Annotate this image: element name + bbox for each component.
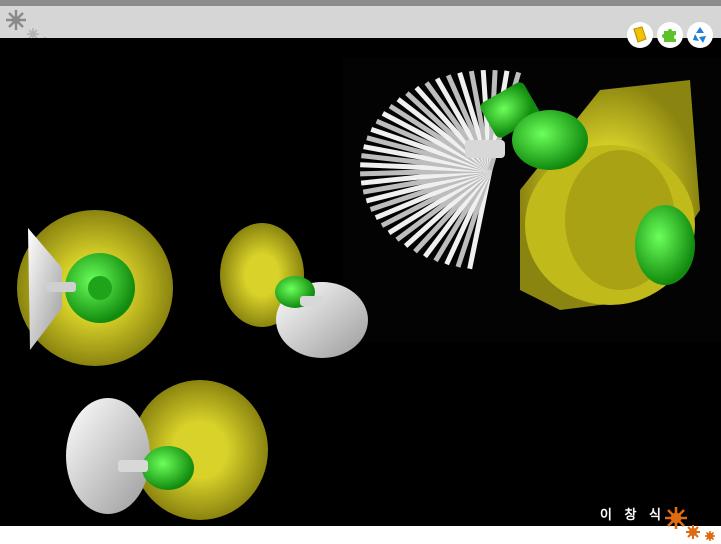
author-signature: 이 창 식 [600, 508, 665, 523]
header-bar [0, 6, 721, 38]
footer-bar [0, 526, 721, 544]
render-panel [0, 38, 343, 205]
gear-assembly-illustration [0, 38, 721, 520]
gear-assembly-bottom [66, 380, 268, 520]
gear-assembly-left [17, 210, 173, 366]
flower-ornament-icon [665, 507, 715, 541]
